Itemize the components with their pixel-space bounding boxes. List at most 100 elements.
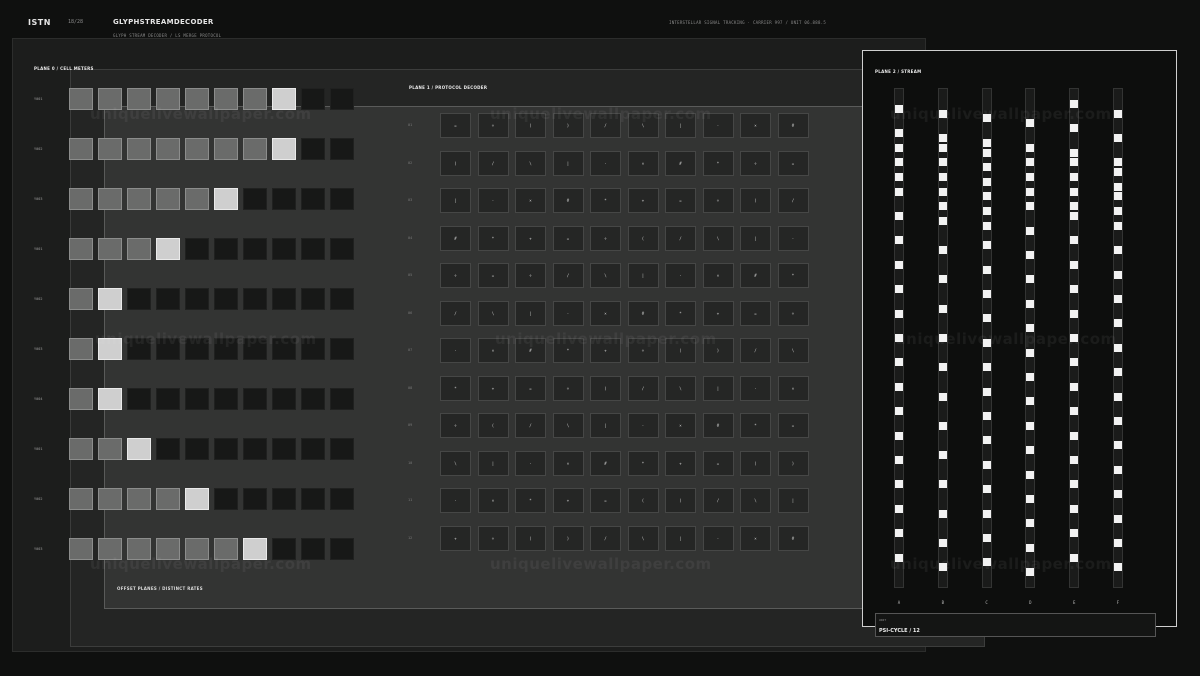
glyph-cell[interactable]: ) bbox=[590, 375, 621, 401]
glyph-cell[interactable]: ) bbox=[777, 450, 809, 476]
glyph-cell[interactable]: · bbox=[777, 225, 809, 251]
glyph-cell[interactable]: / bbox=[665, 225, 696, 251]
glyph-cell[interactable]: * bbox=[777, 263, 809, 288]
glyph-cell[interactable]: ÷ bbox=[552, 375, 584, 401]
glyph-cell[interactable]: · bbox=[440, 338, 471, 363]
glyph-cell[interactable]: = bbox=[552, 225, 584, 251]
glyph-cell[interactable]: · bbox=[665, 263, 696, 288]
glyph-cell[interactable]: ÷ bbox=[702, 188, 734, 213]
glyph-cell[interactable]: # bbox=[665, 150, 696, 176]
glyph-cell[interactable]: + bbox=[627, 188, 659, 213]
glyph-cell[interactable]: = bbox=[777, 150, 809, 176]
glyph-cell[interactable]: ) bbox=[740, 188, 771, 213]
glyph-cell[interactable]: / bbox=[777, 188, 809, 213]
glyph-cell[interactable]: + bbox=[552, 488, 584, 513]
glyph-cell[interactable]: | bbox=[515, 300, 546, 326]
glyph-cell[interactable]: \ bbox=[590, 263, 621, 288]
glyph-cell[interactable]: × bbox=[665, 413, 696, 438]
glyph-cell[interactable]: ÷ bbox=[515, 263, 546, 288]
glyph-cell[interactable]: / bbox=[627, 375, 659, 401]
glyph-cell[interactable]: | bbox=[552, 150, 584, 176]
glyph-cell[interactable]: / bbox=[515, 413, 546, 438]
glyph-cell[interactable]: = bbox=[665, 188, 696, 213]
glyph-cell[interactable]: ) bbox=[665, 488, 696, 513]
glyph-cell[interactable]: = bbox=[777, 413, 809, 438]
glyph-cell[interactable]: = bbox=[590, 488, 621, 513]
glyph-cell[interactable]: \ bbox=[552, 413, 584, 438]
glyph-cell[interactable]: · bbox=[440, 488, 471, 513]
glyph-cell[interactable]: # bbox=[552, 188, 584, 213]
glyph-cell[interactable]: * bbox=[477, 225, 509, 251]
glyph-cell[interactable]: ( bbox=[477, 413, 509, 438]
glyph-cell[interactable]: + bbox=[515, 225, 546, 251]
glyph-cell[interactable]: \ bbox=[665, 375, 696, 401]
glyph-cell[interactable]: = bbox=[702, 450, 734, 476]
glyph-cell[interactable]: | bbox=[777, 488, 809, 513]
glyph-cell[interactable]: × bbox=[590, 300, 621, 326]
glyph-cell[interactable]: · bbox=[515, 450, 546, 476]
glyph-cell[interactable]: ÷ bbox=[440, 263, 471, 288]
glyph-cell[interactable]: | bbox=[702, 375, 734, 401]
glyph-cell[interactable]: × bbox=[552, 450, 584, 476]
glyph-cell[interactable]: / bbox=[590, 525, 621, 551]
glyph-cell[interactable]: / bbox=[552, 263, 584, 288]
glyph-cell[interactable]: ( bbox=[740, 450, 771, 476]
glyph-cell[interactable]: # bbox=[702, 413, 734, 438]
glyph-cell[interactable]: \ bbox=[477, 300, 509, 326]
glyph-cell[interactable]: * bbox=[440, 375, 471, 401]
glyph-cell[interactable]: / bbox=[440, 300, 471, 326]
glyph-cell[interactable]: ÷ bbox=[440, 413, 471, 438]
glyph-cell[interactable]: | bbox=[627, 263, 659, 288]
glyph-cell[interactable]: # bbox=[440, 225, 471, 251]
glyph-cell[interactable]: · bbox=[740, 375, 771, 401]
glyph-cell[interactable]: × bbox=[702, 263, 734, 288]
glyph-cell[interactable]: * bbox=[515, 488, 546, 513]
glyph-cell[interactable]: ) bbox=[440, 150, 471, 176]
glyph-cell[interactable]: * bbox=[665, 300, 696, 326]
glyph-cell[interactable]: | bbox=[440, 188, 471, 213]
glyph-cell[interactable]: · bbox=[590, 150, 621, 176]
glyph-cell[interactable]: \ bbox=[777, 338, 809, 363]
glyph-cell[interactable]: × bbox=[740, 525, 771, 551]
glyph-cell[interactable]: · bbox=[477, 188, 509, 213]
glyph-cell[interactable]: * bbox=[702, 150, 734, 176]
glyph-cell[interactable]: \ bbox=[515, 150, 546, 176]
glyph-cell[interactable]: | bbox=[590, 413, 621, 438]
glyph-cell[interactable]: + bbox=[440, 525, 471, 551]
glyph-cell[interactable]: * bbox=[740, 413, 771, 438]
glyph-cell[interactable]: # bbox=[777, 525, 809, 551]
glyph-cell[interactable]: \ bbox=[627, 525, 659, 551]
glyph-cell[interactable]: \ bbox=[440, 450, 471, 476]
glyph-cell[interactable]: × bbox=[777, 375, 809, 401]
glyph-cell[interactable]: ( bbox=[627, 488, 659, 513]
glyph-cell[interactable]: # bbox=[627, 300, 659, 326]
glyph-cell[interactable]: ( bbox=[627, 225, 659, 251]
glyph-cell[interactable]: + bbox=[702, 300, 734, 326]
glyph-cell[interactable]: = bbox=[515, 375, 546, 401]
glyph-cell[interactable]: × bbox=[627, 150, 659, 176]
glyph-cell[interactable]: + bbox=[477, 375, 509, 401]
glyph-cell[interactable]: · bbox=[702, 525, 734, 551]
glyph-cell[interactable]: × bbox=[740, 113, 771, 138]
glyph-cell[interactable]: / bbox=[477, 150, 509, 176]
glyph-cell[interactable]: ) bbox=[552, 525, 584, 551]
glyph-cell[interactable]: # bbox=[740, 263, 771, 288]
glyph-cell[interactable]: × bbox=[477, 488, 509, 513]
glyph-cell[interactable]: \ bbox=[740, 488, 771, 513]
glyph-cell[interactable]: = bbox=[477, 263, 509, 288]
glyph-cell[interactable]: ÷ bbox=[590, 225, 621, 251]
glyph-cell[interactable]: * bbox=[627, 450, 659, 476]
glyph-cell[interactable]: × bbox=[515, 188, 546, 213]
glyph-cell[interactable]: | bbox=[665, 525, 696, 551]
glyph-cell[interactable]: | bbox=[477, 450, 509, 476]
glyph-cell[interactable]: · bbox=[552, 300, 584, 326]
glyph-cell[interactable]: ( bbox=[515, 525, 546, 551]
glyph-cell[interactable]: * bbox=[590, 188, 621, 213]
glyph-cell[interactable]: = bbox=[740, 300, 771, 326]
glyph-cell[interactable]: ÷ bbox=[740, 150, 771, 176]
glyph-cell[interactable]: ÷ bbox=[777, 300, 809, 326]
glyph-cell[interactable]: / bbox=[740, 338, 771, 363]
glyph-cell[interactable]: # bbox=[777, 113, 809, 138]
glyph-cell[interactable]: = bbox=[440, 113, 471, 138]
glyph-cell[interactable]: # bbox=[590, 450, 621, 476]
